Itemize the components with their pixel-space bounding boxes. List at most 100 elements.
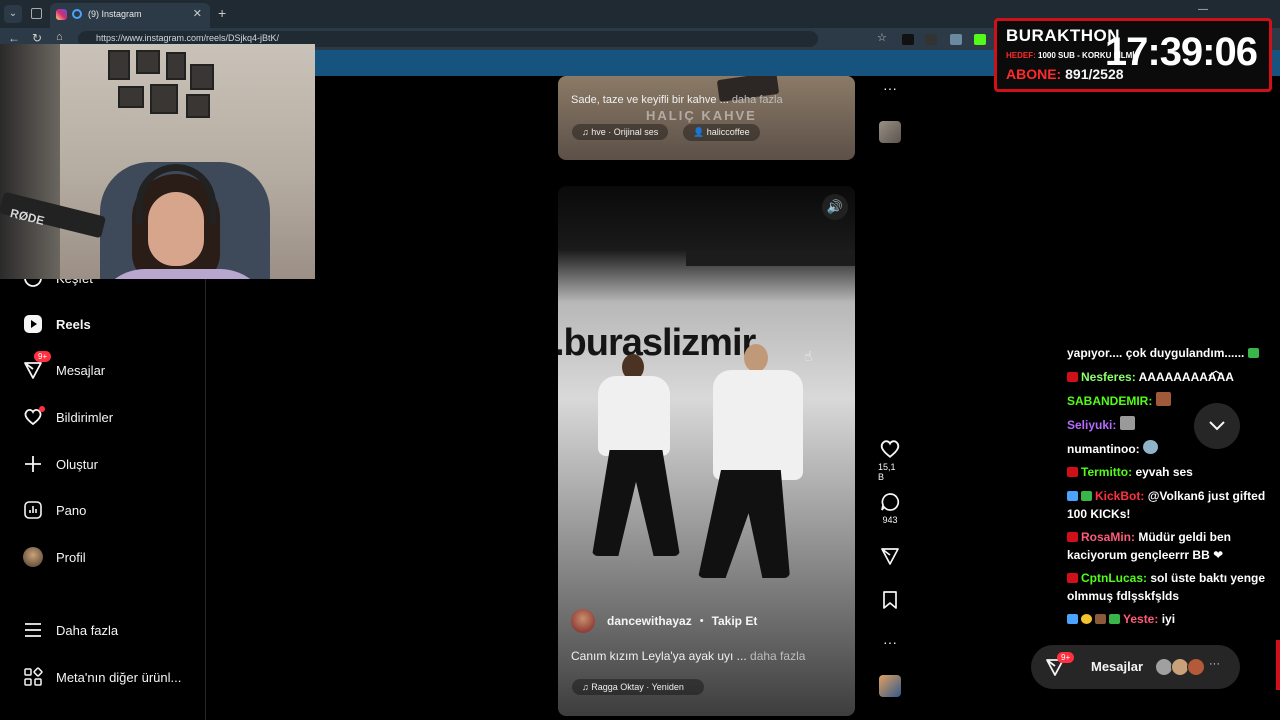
sidebar-item-label: Profil — [56, 549, 86, 565]
badge-icon — [1067, 532, 1078, 542]
sidebar-item-profil[interactable]: Profil — [22, 543, 86, 571]
close-tab-icon[interactable]: ✕ — [193, 7, 202, 20]
abone-label: ABONE: — [1006, 66, 1062, 82]
chat-text-cont: olmmuş fdlşskfşlds — [1067, 589, 1180, 603]
refresh-icon[interactable]: ↻ — [32, 31, 42, 45]
more-options-top-icon[interactable]: ··· — [878, 80, 902, 96]
save-button[interactable] — [878, 590, 902, 610]
notification-dot — [39, 406, 45, 412]
extension-icon[interactable] — [925, 34, 937, 45]
wall-frame — [150, 84, 178, 114]
chat-user[interactable]: Seliyuki: — [1067, 418, 1116, 432]
chat-message: RosaMin: Müdür geldi ben kaciyorum gençle… — [1067, 528, 1277, 564]
chat-text: @Volkan6 just gifted — [1147, 489, 1266, 503]
chat-user[interactable]: SABANDEMIR: — [1067, 394, 1152, 408]
chat-message: numantinoo: — [1067, 440, 1161, 458]
chat-user[interactable]: RosaMin: — [1081, 530, 1135, 544]
audio-thumbnail[interactable] — [879, 675, 901, 697]
chat-text: eyvah ses — [1135, 465, 1193, 479]
sidebar-item-meta-products[interactable]: Meta'nın diğer ürünl... — [22, 663, 181, 691]
chevron-down-icon — [1209, 421, 1225, 431]
audio-playing-icon[interactable] — [72, 9, 82, 19]
home-icon[interactable]: ⌂ — [56, 31, 63, 43]
audio-pill[interactable]: ♫ Ragga Oktay · Yeniden — [572, 679, 704, 695]
wall-frame — [108, 50, 130, 80]
reel-card-current[interactable]: .buraslizmir 🔊 dancewithayaz • Takip Et … — [558, 186, 855, 716]
dancer-left-shirt — [598, 376, 670, 456]
stream-goal-overlay: BURAKTHON HEDEF: 1000 SUB - KORKU FİLMİ … — [994, 18, 1272, 92]
sword-badge-icon — [1067, 491, 1078, 501]
avatar — [22, 546, 44, 568]
sidebar-item-olustur[interactable]: Oluştur — [22, 450, 98, 478]
webcam-feed: RØDE — [0, 44, 315, 279]
emote-icon — [1247, 348, 1259, 358]
mute-toggle-icon[interactable]: 🔊 — [822, 194, 848, 220]
author-username[interactable]: dancewithayaz — [607, 614, 692, 628]
chat-user[interactable]: Termitto: — [1081, 465, 1132, 479]
scroll-down-button[interactable] — [1194, 403, 1240, 449]
music-note-icon: ♫ — [582, 682, 589, 692]
reel-caption: Canım kızım Leyla'ya ayak uyı ... daha f… — [571, 649, 805, 663]
chat-text: Müdür geldi ben — [1138, 530, 1232, 544]
workspaces-icon[interactable] — [31, 8, 42, 19]
extension-icon[interactable] — [902, 34, 914, 45]
share-icon — [881, 548, 899, 565]
chat-user[interactable]: Yeste: — [1123, 612, 1158, 626]
extension-icon[interactable] — [950, 34, 962, 45]
favorite-star-icon[interactable]: ☆ — [877, 31, 887, 44]
sidebar-item-label: Meta'nın diğer ürünl... — [56, 669, 182, 685]
more-link[interactable]: daha fazla — [750, 649, 805, 663]
url-text: https://www.instagram.com/reels/DSjkq4-j… — [96, 33, 280, 43]
follow-button[interactable]: Takip Et — [712, 614, 758, 628]
streamer-name: BURAKTHON — [1006, 26, 1121, 45]
minimize-icon[interactable]: — — [1198, 4, 1208, 15]
messages-pill[interactable]: 9+ Mesajlar ··· — [1031, 645, 1240, 689]
messages-label: Mesajlar — [1091, 659, 1144, 674]
notification-badge: 9+ — [34, 351, 52, 362]
like-button[interactable]: 15,1 B — [878, 439, 902, 482]
new-tab-icon[interactable]: + — [218, 5, 226, 21]
badge-icon — [1081, 491, 1092, 501]
chat-user[interactable]: KickBot: — [1095, 489, 1144, 503]
tab-list-chevron-icon[interactable]: ⌄ — [4, 5, 22, 23]
comment-button[interactable]: 943 — [878, 492, 902, 525]
sword-badge-icon — [1067, 614, 1078, 624]
chat-message: Yeste: iyi — [1067, 610, 1175, 628]
back-icon[interactable]: ← — [8, 31, 20, 45]
sidebar-item-bildirimler[interactable]: Bildirimler — [22, 403, 113, 431]
chat-user[interactable]: numantinoo: — [1067, 442, 1140, 456]
chat-message: KickBot: @Volkan6 just gifted 100 KICKs! — [1067, 487, 1277, 523]
reels-icon — [22, 313, 44, 335]
reel-watermark: HALIÇ KAHVE — [646, 108, 757, 123]
emote-icon — [1155, 392, 1171, 406]
chat-text: iyi — [1161, 612, 1176, 626]
audio-thumbnail-top[interactable] — [879, 121, 901, 143]
wall-frame — [118, 86, 144, 108]
goal-label: HEDEF: — [1006, 51, 1036, 60]
author-avatar[interactable] — [571, 609, 595, 633]
tagged-user: haliccoffee — [706, 127, 750, 137]
sidebar-item-label: Mesajlar — [56, 362, 106, 378]
edge-accent — [1276, 640, 1280, 690]
tab-instagram[interactable]: (9) Instagram ✕ — [50, 3, 210, 28]
audio-pill[interactable]: ♫ hve · Orijinal ses — [572, 124, 669, 140]
sidebar-item-pano[interactable]: Pano — [22, 496, 86, 524]
reel-card-previous[interactable]: HALIÇ KAHVE Sade, taze ve keyifli bir ka… — [558, 76, 855, 160]
more-options-icon[interactable]: ··· — [878, 634, 902, 650]
audio-label: Ragga Oktay · Yeniden — [591, 682, 684, 692]
share-button[interactable] — [878, 546, 902, 566]
tagged-user-pill[interactable]: 👤 haliccoffee — [683, 124, 760, 141]
hand-cursor-icon: ☝ — [804, 348, 813, 364]
extension-icon[interactable] — [974, 34, 986, 45]
sidebar-item-reels[interactable]: Reels — [22, 310, 91, 338]
sidebar-item-mesajlar[interactable]: 9+ Mesajlar — [22, 351, 106, 384]
scroll-up-chevron-icon[interactable]: ︿ — [1208, 356, 1224, 380]
caption-text: Sade, taze ve keyifli bir kahve ... — [571, 94, 729, 106]
more-link[interactable]: daha fazla — [732, 94, 783, 106]
chat-user[interactable]: CptnLucas: — [1081, 571, 1147, 585]
chat-message: Termitto: eyvah ses — [1067, 463, 1193, 481]
audio-label: hve · Orijinal ses — [591, 127, 659, 137]
comment-count: 943 — [882, 515, 898, 525]
chat-user[interactable]: Nesferes: — [1081, 370, 1136, 384]
sidebar-item-daha-fazla[interactable]: Daha fazla — [22, 616, 118, 644]
